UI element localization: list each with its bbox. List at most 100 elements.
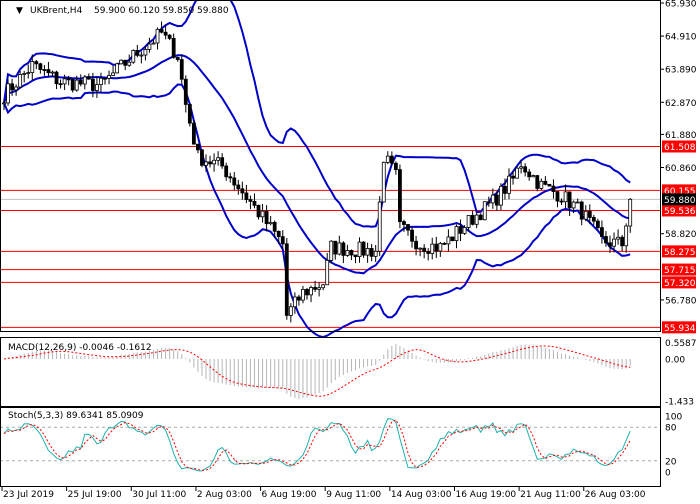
candle	[212, 159, 216, 165]
candle	[624, 225, 629, 247]
candle	[325, 260, 330, 286]
candle	[119, 59, 124, 65]
candle	[369, 248, 374, 257]
candle	[196, 143, 200, 151]
candle	[111, 72, 115, 76]
price-tick-label: 56.780	[665, 296, 697, 306]
candle	[18, 74, 23, 88]
candle	[26, 72, 31, 74]
candle	[612, 238, 616, 247]
candle	[551, 185, 556, 192]
candle	[46, 69, 51, 74]
candle	[503, 185, 507, 194]
candle	[466, 214, 471, 228]
candle	[151, 42, 156, 45]
time-tick-label: 23 Jul 2019	[3, 490, 54, 500]
candle	[523, 166, 528, 173]
candle	[563, 191, 568, 203]
candle	[604, 236, 608, 244]
current-price-label: 59.880	[664, 196, 696, 206]
candle	[167, 34, 172, 39]
candle	[454, 226, 459, 242]
candle	[78, 79, 83, 85]
candle	[232, 177, 237, 186]
candle	[272, 221, 277, 232]
candle	[583, 210, 588, 220]
candle	[2, 102, 6, 105]
candle	[531, 175, 536, 178]
candle	[264, 210, 269, 225]
candle	[90, 78, 95, 91]
candle	[628, 198, 633, 227]
candle	[337, 242, 342, 255]
macd-tick-label: 0.5587	[665, 339, 697, 349]
candle	[42, 69, 47, 71]
candle	[377, 201, 382, 252]
candle	[385, 155, 390, 163]
candle	[333, 240, 338, 255]
candle	[127, 61, 132, 66]
candle	[422, 247, 427, 253]
candle	[99, 77, 103, 85]
candle	[494, 194, 499, 206]
time-tick-label: 16 Aug 19:00	[455, 490, 516, 500]
stoch-tick-label: 100	[665, 413, 682, 423]
candle	[244, 192, 249, 200]
macd-label: MACD(12,26,9) -0.0046 -0.1612	[8, 343, 152, 353]
candle	[499, 185, 503, 206]
price-tick-label: 63.890	[665, 66, 697, 76]
candle	[305, 288, 309, 296]
candle	[519, 166, 524, 169]
candle	[478, 214, 483, 221]
candle	[402, 221, 406, 225]
price-chart[interactable]: 61.50860.15559.53658.27557.71557.32055.9…	[0, 0, 700, 500]
stoch-tick-label: 80	[665, 424, 677, 434]
candle	[329, 240, 334, 261]
candle	[66, 78, 71, 81]
candle	[183, 78, 188, 105]
candle	[236, 184, 241, 190]
candle	[14, 86, 19, 91]
candle	[486, 201, 491, 204]
candle	[30, 61, 35, 73]
candle	[418, 247, 423, 250]
candle	[228, 176, 233, 179]
candle	[317, 287, 322, 290]
candle	[393, 162, 398, 171]
candle	[240, 188, 245, 194]
candle	[357, 241, 362, 258]
candle	[373, 250, 378, 257]
dropdown-triangle-icon[interactable]: ▼	[16, 6, 23, 16]
candle	[511, 175, 515, 179]
time-tick-label: 6 Aug 19:00	[262, 490, 317, 500]
price-tick-label: 64.910	[665, 33, 697, 43]
candle	[284, 243, 289, 316]
level-label: 59.536	[664, 207, 696, 217]
candle	[571, 201, 576, 209]
candle	[115, 63, 120, 74]
level-label: 57.715	[664, 266, 696, 276]
candle	[430, 243, 435, 254]
candle	[86, 76, 91, 80]
candle	[297, 296, 301, 301]
candle	[135, 50, 140, 56]
candle	[131, 50, 136, 63]
candle	[426, 251, 431, 254]
candle	[252, 200, 257, 206]
candle	[361, 241, 366, 256]
candle	[490, 194, 495, 204]
candle	[34, 61, 39, 65]
candle	[353, 254, 358, 258]
candle	[442, 243, 447, 245]
candle	[462, 227, 467, 234]
candle	[82, 76, 87, 85]
candle	[600, 227, 604, 237]
level-label: 55.934	[664, 324, 696, 334]
candle	[50, 71, 55, 74]
candle	[224, 165, 229, 178]
candle	[575, 201, 580, 204]
level-label: 61.508	[664, 143, 696, 153]
candle	[288, 306, 293, 316]
candle	[309, 287, 313, 296]
candle	[179, 59, 184, 80]
